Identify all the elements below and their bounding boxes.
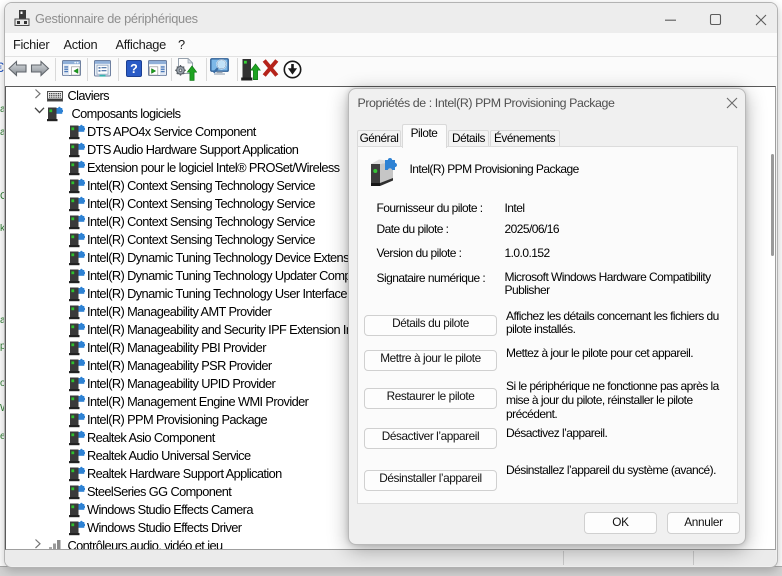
svg-text:?: ?	[130, 62, 138, 76]
